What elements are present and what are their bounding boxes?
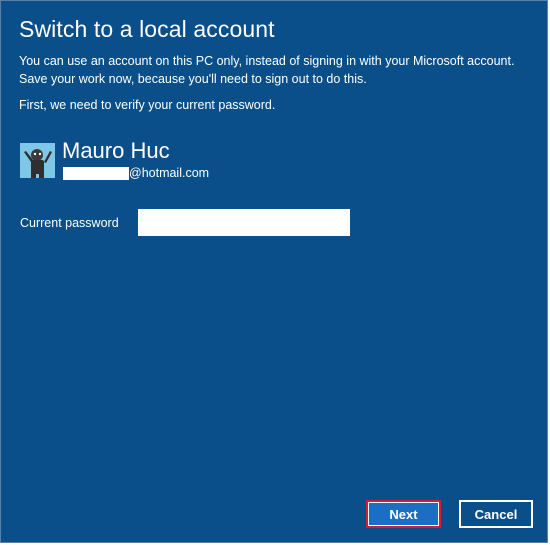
current-password-input[interactable] [138, 209, 350, 236]
verify-instruction: First, we need to verify your current pa… [19, 98, 276, 112]
dialog-title: Switch to a local account [19, 16, 275, 42]
user-email: @hotmail.com [63, 166, 209, 180]
current-password-label: Current password [20, 216, 119, 230]
email-redaction-block [63, 166, 129, 180]
cancel-button[interactable]: Cancel [459, 500, 533, 528]
email-domain: @hotmail.com [129, 166, 210, 180]
switch-account-dialog: Switch to a local account You can use an… [0, 0, 548, 543]
user-name: Mauro Huc [62, 138, 170, 163]
dialog-description: You can use an account on this PC only, … [19, 54, 515, 86]
user-avatar-icon [20, 143, 55, 178]
next-button[interactable]: Next [366, 500, 441, 528]
